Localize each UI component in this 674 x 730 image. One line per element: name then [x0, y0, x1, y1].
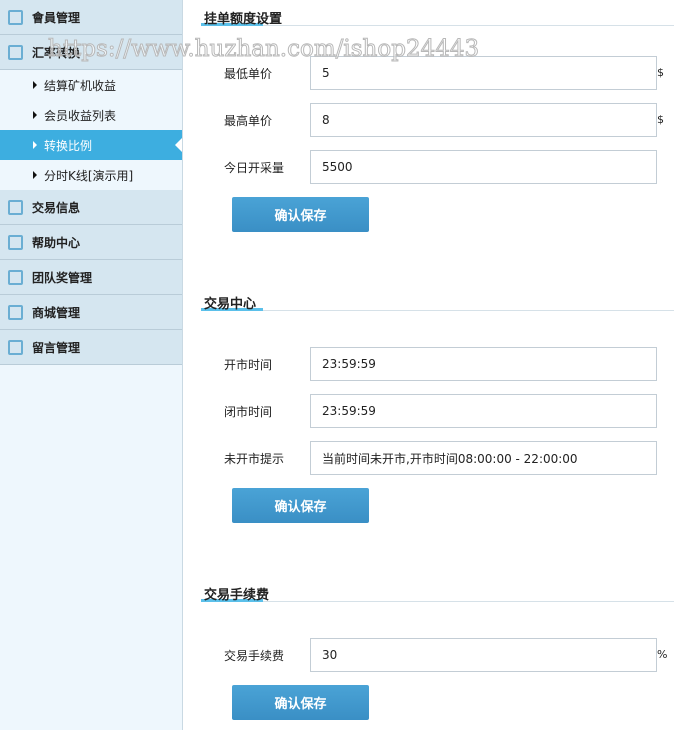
- field-row: 最高单价 $: [224, 103, 674, 137]
- section-title: 交易手续费: [201, 584, 269, 603]
- unit-label: %: [657, 648, 668, 661]
- caret-right-icon: [33, 81, 37, 89]
- list-icon: [8, 199, 23, 215]
- sidebar-item-trade-info[interactable]: 交易信息: [0, 190, 182, 225]
- save-button[interactable]: 确认保存: [232, 685, 369, 720]
- sub-item-label: 转换比例: [44, 138, 93, 153]
- field-label: 未开市提示: [224, 452, 285, 466]
- sub-item-income-list[interactable]: 会员收益列表: [0, 100, 182, 130]
- calendar-icon: [8, 269, 23, 285]
- caret-right-icon: [33, 171, 37, 179]
- daily-output-input[interactable]: [310, 150, 657, 184]
- field-row: 未开市提示: [224, 441, 674, 475]
- fee-input[interactable]: [310, 638, 657, 672]
- edit-icon: [8, 339, 23, 355]
- field-label: 最高单价: [224, 114, 273, 128]
- sidebar-item-messages[interactable]: 留言管理: [0, 330, 182, 365]
- save-button[interactable]: 确认保存: [232, 197, 369, 232]
- section-heading: 交易手续费: [201, 584, 674, 603]
- sidebar-item-team-bonus[interactable]: 团队奖管理: [0, 260, 182, 295]
- sidebar-item-members[interactable]: 會員管理: [0, 0, 182, 35]
- field-label: 今日开采量: [224, 161, 285, 175]
- unit-label: $: [657, 113, 664, 126]
- open-time-input[interactable]: [310, 347, 657, 381]
- sidebar-item-label: 团队奖管理: [32, 270, 93, 285]
- section-title: 交易中心: [201, 293, 263, 312]
- field-label: 最低单价: [224, 67, 273, 81]
- caret-right-icon: [33, 111, 37, 119]
- section-heading: 交易中心: [201, 293, 674, 312]
- section-title: 挂单额度设置: [201, 8, 282, 27]
- sidebar-item-label: 留言管理: [32, 340, 81, 355]
- sidebar-item-exchange[interactable]: 汇率转换: [0, 35, 182, 70]
- sidebar-item-label: 汇率转换: [32, 45, 81, 60]
- sidebar-item-mall[interactable]: 商城管理: [0, 295, 182, 330]
- closed-notice-input[interactable]: [310, 441, 657, 475]
- field-row: 闭市时间: [224, 394, 674, 428]
- sidebar-item-help[interactable]: 帮助中心: [0, 225, 182, 260]
- field-row: 最低单价 $: [224, 56, 674, 90]
- unit-label: $: [657, 66, 664, 79]
- sub-item-label: 会员收益列表: [44, 108, 117, 123]
- close-time-input[interactable]: [310, 394, 657, 428]
- sub-item-kline[interactable]: 分时K线[演示用]: [0, 160, 182, 190]
- list-icon: [8, 9, 23, 25]
- sidebar-item-label: 帮助中心: [32, 235, 81, 250]
- calendar-icon: [8, 304, 23, 320]
- sub-item-label: 结算矿机收益: [44, 78, 117, 93]
- save-button[interactable]: 确认保存: [232, 488, 369, 523]
- edit-icon: [8, 234, 23, 250]
- field-row: 开市时间: [224, 347, 674, 381]
- sub-item-settle[interactable]: 结算矿机收益: [0, 70, 182, 100]
- sidebar-item-label: 商城管理: [32, 305, 81, 320]
- caret-right-icon: [33, 141, 37, 149]
- section-heading: 挂单额度设置: [201, 8, 674, 27]
- field-row: 今日开采量: [224, 150, 674, 184]
- field-row: 交易手续费%: [224, 638, 674, 672]
- chat-icon: [8, 44, 23, 60]
- field-label: 开市时间: [224, 358, 273, 372]
- sub-item-label: 分时K线[演示用]: [44, 168, 134, 183]
- max-price-input[interactable]: [310, 103, 657, 137]
- sub-item-ratio[interactable]: 转换比例: [0, 130, 182, 160]
- min-price-input[interactable]: [310, 56, 657, 90]
- field-label: 交易手续费: [224, 649, 285, 663]
- sidebar-item-label: 會員管理: [32, 10, 81, 25]
- sidebar-item-label: 交易信息: [32, 200, 81, 215]
- field-label: 闭市时间: [224, 405, 273, 419]
- sidebar: 會員管理 汇率转换 结算矿机收益 会员收益列表 转换比例 分时K线[演示用] 交…: [0, 0, 183, 730]
